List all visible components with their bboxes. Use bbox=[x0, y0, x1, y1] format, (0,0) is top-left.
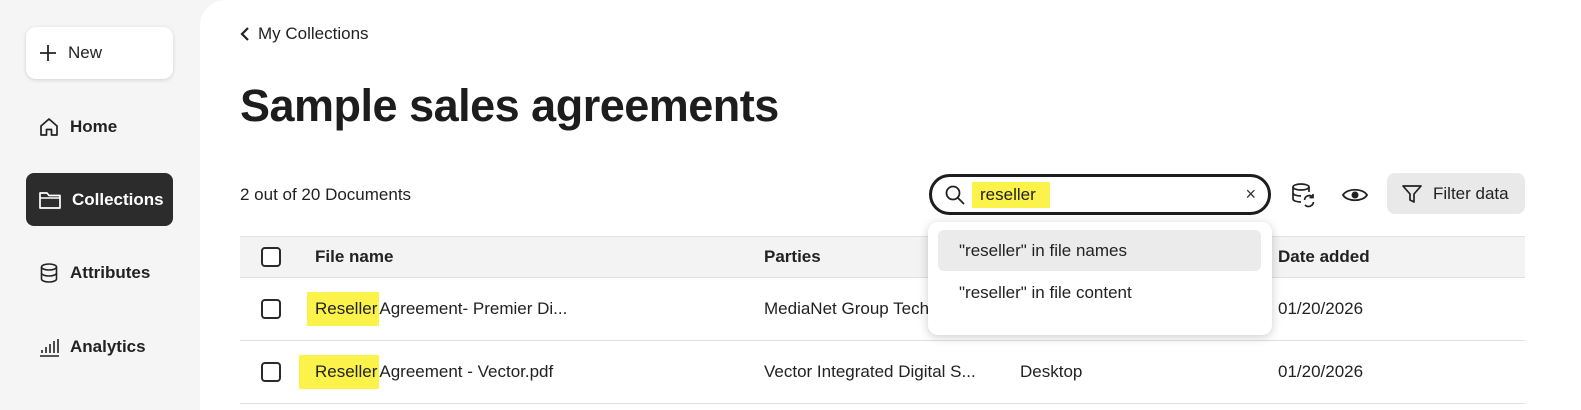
parties-cell: MediaNet Group Tech bbox=[764, 299, 930, 318]
column-header-file-name[interactable]: File name bbox=[315, 237, 393, 277]
file-name-rest: Agreement - Vector.pdf bbox=[379, 362, 554, 381]
parties-cell: Vector Integrated Digital S... bbox=[764, 362, 976, 381]
suggestion-file-names[interactable]: "reseller" in file names bbox=[938, 230, 1261, 271]
preview-button[interactable] bbox=[1338, 178, 1372, 212]
date-added-cell: 01/20/2026 bbox=[1278, 362, 1364, 381]
source-cell: Desktop bbox=[1020, 362, 1083, 381]
table-header: File name Parties Date added bbox=[240, 236, 1525, 278]
back-link-label: My Collections bbox=[258, 24, 369, 43]
sidebar-item-attributes[interactable]: Attributes bbox=[26, 246, 173, 299]
documents-table: File name Parties Date added Reseller Ag… bbox=[240, 236, 1525, 404]
search-icon bbox=[945, 185, 965, 205]
sidebar: New Home Collections Attributes Analytic… bbox=[0, 0, 200, 410]
document-count: 2 out of 20 Documents bbox=[240, 185, 412, 204]
sync-data-button[interactable] bbox=[1286, 178, 1320, 212]
filter-data-button[interactable]: Filter data bbox=[1387, 173, 1525, 214]
table-row[interactable]: Reseller Agreement- Premier Di... MediaN… bbox=[240, 278, 1525, 341]
folder-icon bbox=[39, 191, 61, 209]
chevron-left-icon bbox=[240, 27, 249, 41]
sidebar-item-analytics[interactable]: Analytics bbox=[26, 320, 173, 373]
sidebar-item-label: Home bbox=[70, 116, 118, 136]
row-checkbox[interactable] bbox=[261, 299, 281, 319]
date-added-cell: 01/20/2026 bbox=[1278, 299, 1364, 318]
search-suggestions-dropdown: "reseller" in file names "reseller" in f… bbox=[928, 222, 1272, 335]
filter-icon bbox=[1402, 184, 1422, 203]
row-checkbox[interactable] bbox=[261, 362, 281, 382]
column-header-parties[interactable]: Parties bbox=[764, 237, 821, 277]
home-icon bbox=[40, 117, 58, 136]
file-name-cell[interactable]: Reseller Agreement - Vector.pdf bbox=[299, 341, 553, 403]
sidebar-item-label: Attributes bbox=[70, 262, 151, 282]
table-row[interactable]: Reseller Agreement - Vector.pdf Vector I… bbox=[240, 341, 1525, 404]
file-name-cell[interactable]: Reseller Agreement- Premier Di... bbox=[307, 278, 567, 340]
select-all-checkbox[interactable] bbox=[261, 247, 281, 267]
sidebar-item-label: Analytics bbox=[70, 336, 146, 356]
back-link[interactable]: My Collections bbox=[240, 24, 369, 44]
plus-icon bbox=[40, 45, 56, 61]
column-header-date-added[interactable]: Date added bbox=[1278, 237, 1370, 277]
main-panel: My Collections Sample sales agreements 2… bbox=[200, 0, 1581, 410]
new-button-label: New bbox=[68, 43, 103, 62]
sidebar-item-home[interactable]: Home bbox=[26, 100, 173, 153]
database-sync-icon bbox=[1292, 183, 1315, 208]
filter-data-label: Filter data bbox=[1433, 183, 1509, 203]
database-icon bbox=[40, 262, 58, 283]
search-input[interactable]: reseller bbox=[972, 181, 1050, 208]
suggestion-file-content[interactable]: "reseller" in file content bbox=[938, 272, 1261, 313]
clear-search-button[interactable]: × bbox=[1245, 184, 1256, 204]
bar-chart-icon bbox=[40, 338, 59, 357]
new-button[interactable]: New bbox=[26, 27, 173, 79]
eye-icon bbox=[1341, 188, 1369, 202]
sidebar-item-label: Collections bbox=[72, 189, 164, 209]
page-title: Sample sales agreements bbox=[240, 80, 779, 131]
search-match-highlight: Reseller bbox=[299, 355, 380, 389]
file-name-rest: Agreement- Premier Di... bbox=[379, 299, 568, 318]
search-box[interactable]: reseller × bbox=[929, 174, 1271, 215]
sidebar-item-collections[interactable]: Collections bbox=[26, 173, 173, 226]
search-match-highlight: Reseller bbox=[307, 292, 380, 326]
